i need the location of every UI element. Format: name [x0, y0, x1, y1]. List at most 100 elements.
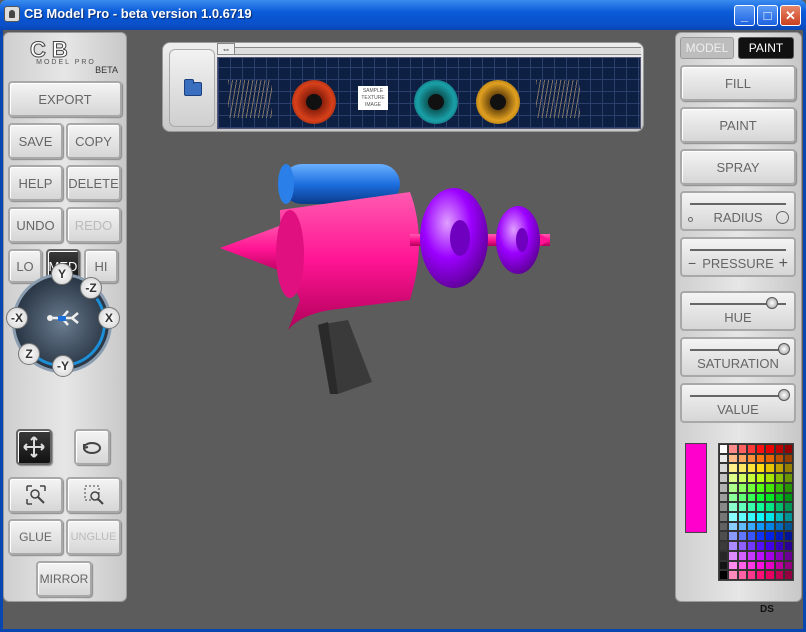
palette-cell[interactable]: [765, 521, 775, 532]
palette-cell[interactable]: [756, 521, 766, 532]
saturation-slider[interactable]: SATURATION: [680, 337, 796, 377]
spray-button[interactable]: SPRAY: [680, 149, 796, 185]
palette-cell[interactable]: [719, 512, 729, 522]
palette-cell[interactable]: [728, 560, 738, 571]
zoom-region-button[interactable]: [66, 477, 121, 513]
palette-cell[interactable]: [719, 531, 729, 542]
palette-cell[interactable]: [719, 502, 729, 512]
hue-slider-knob[interactable]: [766, 297, 778, 309]
value-slider[interactable]: VALUE: [680, 383, 796, 423]
value-slider-track[interactable]: [690, 395, 786, 397]
hue-slider[interactable]: HUE: [680, 291, 796, 331]
ray-gun-model[interactable]: [210, 150, 560, 400]
palette-cell[interactable]: [756, 482, 766, 493]
axis-neg-z-button[interactable]: -Z: [80, 277, 102, 299]
texture-thumb-grass-2[interactable]: [536, 80, 580, 118]
palette-cell[interactable]: [746, 482, 756, 493]
palette-cell[interactable]: [756, 453, 766, 464]
color-palette[interactable]: [718, 443, 794, 581]
palette-cell[interactable]: [774, 502, 784, 512]
maximize-button[interactable]: □: [757, 5, 778, 26]
axis-neg-x-button[interactable]: -X: [6, 307, 28, 329]
minimize-button[interactable]: _: [734, 5, 755, 26]
paint-button[interactable]: PAINT: [680, 107, 796, 143]
palette-cell[interactable]: [783, 473, 793, 483]
zoom-fit-button[interactable]: [8, 477, 63, 513]
palette-cell[interactable]: [765, 550, 775, 561]
palette-cell[interactable]: [756, 492, 766, 503]
palette-cell[interactable]: [746, 550, 756, 561]
palette-cell[interactable]: [719, 453, 729, 464]
palette-cell[interactable]: [783, 502, 793, 512]
palette-cell[interactable]: [728, 444, 738, 454]
palette-cell[interactable]: [783, 463, 793, 474]
open-folder-button[interactable]: [169, 49, 215, 127]
palette-cell[interactable]: [765, 560, 775, 571]
palette-cell[interactable]: [765, 492, 775, 503]
palette-cell[interactable]: [774, 550, 784, 561]
radius-slider[interactable]: RADIUS: [680, 191, 796, 231]
palette-cell[interactable]: [728, 570, 738, 580]
palette-cell[interactable]: [746, 512, 756, 522]
tab-paint[interactable]: PAINT: [738, 37, 794, 59]
palette-cell[interactable]: [746, 560, 756, 571]
palette-cell[interactable]: [737, 560, 747, 571]
palette-cell[interactable]: [774, 560, 784, 571]
palette-cell[interactable]: [774, 531, 784, 542]
palette-cell[interactable]: [737, 482, 747, 493]
palette-cell[interactable]: [746, 531, 756, 542]
pressure-slider-track[interactable]: [690, 249, 786, 251]
palette-cell[interactable]: [746, 463, 756, 474]
palette-cell[interactable]: [728, 473, 738, 483]
palette-cell[interactable]: [719, 473, 729, 483]
palette-cell[interactable]: [728, 541, 738, 551]
palette-cell[interactable]: [737, 444, 747, 454]
palette-cell[interactable]: [783, 570, 793, 580]
palette-cell[interactable]: [783, 531, 793, 542]
palette-cell[interactable]: [737, 492, 747, 503]
strip-scroll-handle[interactable]: ⇔: [217, 43, 235, 55]
texture-thumb-grass[interactable]: [228, 80, 272, 118]
palette-cell[interactable]: [774, 521, 784, 532]
saturation-slider-track[interactable]: [690, 349, 786, 351]
palette-cell[interactable]: [737, 512, 747, 522]
palette-cell[interactable]: [737, 463, 747, 474]
palette-cell[interactable]: [756, 570, 766, 580]
palette-cell[interactable]: [728, 521, 738, 532]
palette-cell[interactable]: [746, 570, 756, 580]
export-button[interactable]: EXPORT: [8, 81, 122, 117]
palette-cell[interactable]: [728, 453, 738, 464]
value-slider-knob[interactable]: [778, 389, 790, 401]
palette-cell[interactable]: [783, 541, 793, 551]
texture-thumb-red-eye[interactable]: [292, 80, 336, 124]
palette-cell[interactable]: [746, 502, 756, 512]
palette-cell[interactable]: [719, 482, 729, 493]
palette-cell[interactable]: [719, 560, 729, 571]
strip-scrollbar[interactable]: [217, 47, 641, 55]
copy-button[interactable]: COPY: [66, 123, 121, 159]
palette-cell[interactable]: [737, 550, 747, 561]
palette-cell[interactable]: [746, 473, 756, 483]
palette-cell[interactable]: [737, 570, 747, 580]
texture-thumb-gold-eye[interactable]: [476, 80, 520, 124]
palette-cell[interactable]: [774, 473, 784, 483]
palette-cell[interactable]: [783, 560, 793, 571]
palette-cell[interactable]: [728, 531, 738, 542]
palette-cell[interactable]: [774, 492, 784, 503]
palette-cell[interactable]: [765, 453, 775, 464]
palette-cell[interactable]: [765, 502, 775, 512]
palette-cell[interactable]: [756, 512, 766, 522]
palette-cell[interactable]: [746, 444, 756, 454]
palette-cell[interactable]: [719, 550, 729, 561]
palette-cell[interactable]: [728, 492, 738, 503]
texture-thumb-label[interactable]: SAMPLE TEXTURE IMAGE: [358, 86, 388, 110]
palette-cell[interactable]: [783, 482, 793, 493]
save-button[interactable]: SAVE: [8, 123, 63, 159]
palette-cell[interactable]: [783, 444, 793, 454]
palette-cell[interactable]: [719, 541, 729, 551]
palette-cell[interactable]: [719, 444, 729, 454]
palette-cell[interactable]: [756, 531, 766, 542]
palette-cell[interactable]: [783, 453, 793, 464]
palette-cell[interactable]: [756, 444, 766, 454]
palette-cell[interactable]: [719, 492, 729, 503]
